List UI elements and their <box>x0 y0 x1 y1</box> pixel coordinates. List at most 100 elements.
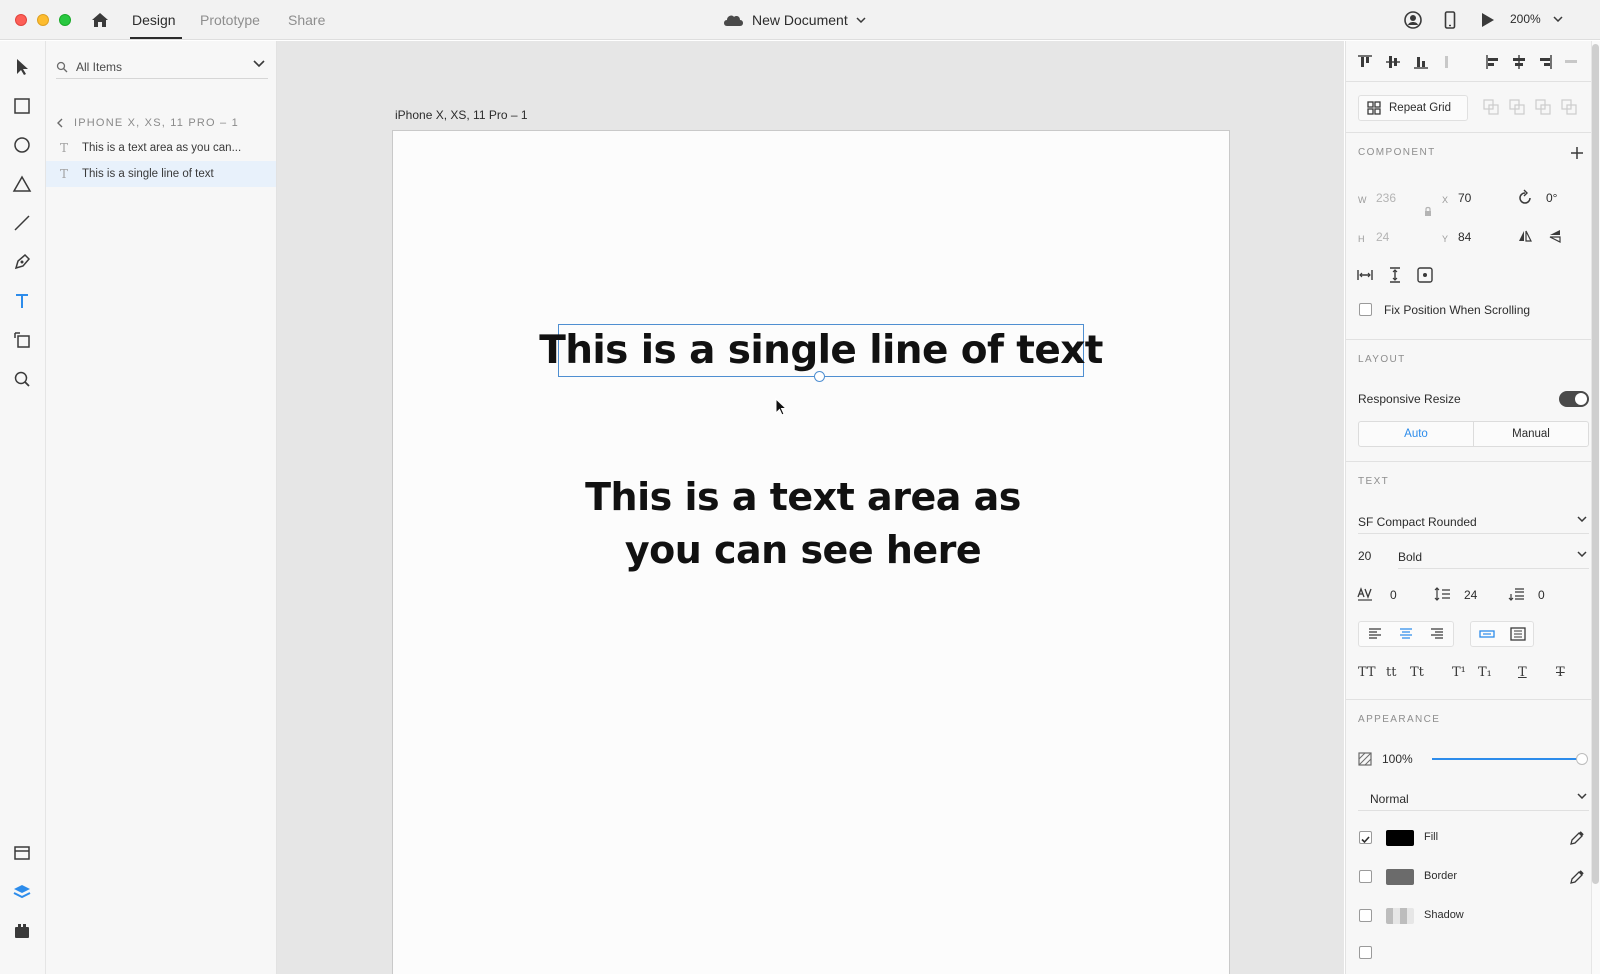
boolean-add-icon[interactable] <box>1482 98 1500 116</box>
opacity-slider-handle[interactable] <box>1576 753 1588 765</box>
subscript-icon[interactable]: T₁ <box>1478 665 1492 680</box>
strikethrough-icon[interactable]: T <box>1556 665 1565 680</box>
boolean-intersect-icon[interactable] <box>1534 98 1552 116</box>
responsive-resize-toggle[interactable] <box>1559 391 1589 407</box>
lowercase-icon[interactable]: tt <box>1386 665 1396 680</box>
artboard-tool-icon[interactable] <box>12 330 32 350</box>
artboard-title[interactable]: iPhone X, XS, 11 Pro – 1 <box>395 108 528 122</box>
font-family-dropdown[interactable]: SF Compact Rounded <box>1358 510 1589 534</box>
text-tool-icon[interactable] <box>12 291 32 311</box>
boolean-subtract-icon[interactable] <box>1508 98 1526 116</box>
tab-share[interactable]: Share <box>288 12 325 28</box>
play-icon[interactable] <box>1477 10 1497 30</box>
pen-tool-icon[interactable] <box>12 252 32 272</box>
align-center-icon[interactable] <box>1510 53 1528 71</box>
fixed-width-icon[interactable] <box>1356 266 1374 284</box>
titlecase-icon[interactable]: Tt <box>1410 665 1424 680</box>
align-middle-icon[interactable] <box>1384 53 1402 71</box>
x-field[interactable]: 70 <box>1458 191 1471 205</box>
text-align-center-icon[interactable] <box>1390 622 1421 646</box>
tab-prototype[interactable]: Prototype <box>200 12 260 28</box>
background-blur-checkbox[interactable] <box>1359 946 1372 959</box>
border-color-swatch[interactable] <box>1386 869 1414 885</box>
align-left-icon[interactable] <box>1484 53 1502 71</box>
paragraph-spacing-icon <box>1508 588 1524 601</box>
artboard-breadcrumb[interactable]: IPHONE X, XS, 11 PRO – 1 <box>56 114 276 132</box>
align-right-icon[interactable] <box>1536 53 1554 71</box>
distribute-horizontal-icon[interactable] <box>1562 53 1580 71</box>
align-bottom-icon[interactable] <box>1412 53 1430 71</box>
home-icon[interactable] <box>90 10 110 30</box>
font-size-field[interactable]: 20 <box>1358 549 1371 563</box>
rotation-field[interactable]: 0° <box>1546 191 1557 205</box>
zoom-tool-icon[interactable] <box>12 369 32 389</box>
uppercase-icon[interactable]: TT <box>1358 665 1376 680</box>
border-checkbox[interactable] <box>1359 870 1372 883</box>
share-user-icon[interactable] <box>1403 10 1423 30</box>
line-spacing-icon <box>1434 587 1450 601</box>
flip-horizontal-icon[interactable] <box>1516 227 1534 245</box>
lock-aspect-icon[interactable] <box>1419 203 1437 221</box>
paragraph-spacing-field[interactable]: 0 <box>1538 588 1545 602</box>
character-spacing-field[interactable]: 0 <box>1390 588 1397 602</box>
document-title-menu[interactable]: New Document <box>722 9 866 31</box>
eyedropper-icon[interactable] <box>1568 868 1586 886</box>
single-line-text-layer[interactable]: This is a single line of text <box>539 324 1103 377</box>
window-maximize-button[interactable] <box>59 14 71 26</box>
fixed-size-text-icon[interactable] <box>1502 622 1533 646</box>
add-component-icon[interactable] <box>1568 144 1586 162</box>
fixed-height-icon[interactable] <box>1386 266 1404 284</box>
shadow-color-swatch[interactable] <box>1386 908 1414 924</box>
polygon-tool-icon[interactable] <box>12 174 32 194</box>
auto-width-text-icon[interactable] <box>1471 622 1502 646</box>
window-close-button[interactable] <box>15 14 27 26</box>
opacity-slider-track[interactable] <box>1432 758 1582 760</box>
opacity-field[interactable]: 100% <box>1382 752 1413 766</box>
auto-size-icon[interactable] <box>1416 266 1434 284</box>
window-minimize-button[interactable] <box>37 14 49 26</box>
tab-design[interactable]: Design <box>132 12 176 28</box>
text-align-left-icon[interactable] <box>1359 622 1390 646</box>
distribute-vertical-icon[interactable] <box>1438 53 1456 71</box>
layers-panel-icon[interactable] <box>12 882 32 902</box>
layers-filter[interactable]: All Items <box>56 55 268 79</box>
ellipse-tool-icon[interactable] <box>12 135 32 155</box>
boolean-exclude-icon[interactable] <box>1560 98 1578 116</box>
fill-checkbox[interactable] <box>1359 831 1372 844</box>
align-top-icon[interactable] <box>1356 53 1374 71</box>
underline-icon[interactable]: T <box>1518 665 1527 680</box>
select-tool-icon[interactable] <box>12 57 32 77</box>
artboard[interactable]: This is a single line of text This is a … <box>392 130 1230 974</box>
layer-item-label: This is a single line of text <box>82 168 214 180</box>
divider <box>1346 339 1591 340</box>
shadow-checkbox[interactable] <box>1359 909 1372 922</box>
superscript-icon[interactable]: T¹ <box>1452 665 1466 680</box>
flip-vertical-icon[interactable] <box>1546 227 1564 245</box>
blend-mode-dropdown[interactable]: Normal <box>1358 787 1589 811</box>
repeat-grid-button[interactable]: Repeat Grid <box>1358 95 1468 121</box>
inspector-scrollbar-thumb[interactable] <box>1592 44 1599 884</box>
height-field[interactable]: 24 <box>1376 230 1389 244</box>
layer-item-text-area[interactable]: T This is a text area as you can... <box>46 135 276 161</box>
plugins-panel-icon[interactable] <box>12 921 32 941</box>
font-weight-dropdown[interactable]: Bold <box>1398 545 1589 569</box>
text-align-right-icon[interactable] <box>1422 622 1453 646</box>
width-field[interactable]: 236 <box>1376 191 1396 205</box>
line-tool-icon[interactable] <box>12 213 32 233</box>
rotate-icon[interactable] <box>1516 189 1534 207</box>
design-canvas[interactable]: iPhone X, XS, 11 Pro – 1 This is a singl… <box>277 41 1344 974</box>
y-field[interactable]: 84 <box>1458 230 1471 244</box>
layer-item-single-line[interactable]: T This is a single line of text <box>46 161 276 187</box>
fix-position-checkbox[interactable] <box>1359 303 1372 316</box>
line-spacing-field[interactable]: 24 <box>1464 588 1477 602</box>
resize-mode-manual[interactable]: Manual <box>1474 422 1588 446</box>
resize-handle[interactable] <box>814 371 825 382</box>
zoom-control[interactable]: 200% <box>1510 12 1563 26</box>
fill-color-swatch[interactable] <box>1386 830 1414 846</box>
assets-panel-icon[interactable] <box>12 843 32 863</box>
device-preview-icon[interactable] <box>1440 10 1460 30</box>
resize-mode-auto[interactable]: Auto <box>1359 422 1474 446</box>
rectangle-tool-icon[interactable] <box>12 96 32 116</box>
area-text-layer[interactable]: This is a text area as you can see here <box>583 471 1023 577</box>
eyedropper-icon[interactable] <box>1568 829 1586 847</box>
